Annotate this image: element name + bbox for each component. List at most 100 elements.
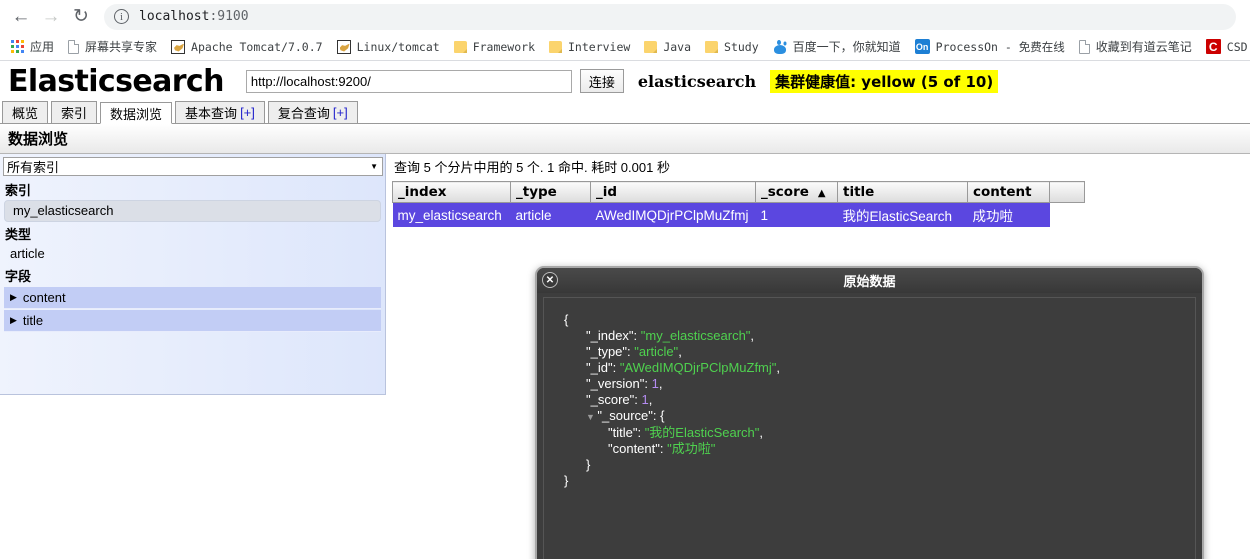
back-arrow-icon[interactable]: ←	[6, 3, 36, 31]
cell-_index[interactable]: my_elasticsearch	[392, 202, 511, 227]
folder-icon	[453, 40, 467, 53]
json-token-key: "content":	[608, 441, 668, 456]
csdn-icon: C	[1205, 39, 1221, 54]
json-token-key: "_score":	[586, 392, 642, 407]
tab-基本查询[interactable]: 基本查询 [+]	[175, 101, 265, 123]
json-token-key: "title":	[608, 425, 645, 440]
index-select-dropdown[interactable]: 所有索引 ▼	[3, 157, 383, 176]
es-head-page: Elasticsearch 连接 elasticsearch 集群健康值: ye…	[0, 61, 1250, 559]
dialog-titlebar[interactable]: ✕ 原始数据	[537, 268, 1202, 293]
info-circle-icon[interactable]: i	[114, 9, 129, 24]
chevron-down-icon: ▼	[370, 162, 378, 171]
document-icon	[1078, 39, 1090, 54]
column-header-_type[interactable]: _type	[510, 181, 591, 203]
sidebar-field-content[interactable]: ▶ content	[4, 287, 381, 309]
json-line: {	[564, 312, 1185, 328]
json-line: "_id": "AWedIMQDjrPClpMuZfmj",	[564, 360, 1185, 376]
cell-_type[interactable]: article	[510, 202, 591, 227]
dialog-title: 原始数据	[843, 275, 896, 290]
tab-expand-marker[interactable]: [+]	[333, 105, 348, 120]
close-icon[interactable]: ✕	[542, 272, 558, 288]
sidebar-field-label: content	[22, 290, 66, 305]
cell-title[interactable]: 我的ElasticSearch	[837, 202, 968, 227]
section-header: 数据浏览	[0, 124, 1250, 154]
sidebar-group-label: 类型	[5, 228, 32, 243]
tab-bar: 概览 索引 数据浏览 基本查询 [+] 复合查询 [+]	[0, 101, 1250, 124]
json-token-punct: {	[660, 408, 665, 423]
json-token-num: 1	[641, 392, 649, 407]
json-line: }	[564, 457, 1185, 473]
bookmark-item[interactable]: 收藏到有道云笔记	[1072, 35, 1199, 59]
cell-content[interactable]: 成功啦	[967, 202, 1050, 227]
column-header-label: _index	[398, 184, 447, 200]
bookmark-label: ProcessOn - 免费在线	[935, 39, 1065, 54]
json-line: }	[564, 473, 1185, 489]
tomcat-icon	[336, 39, 351, 54]
expand-triangle-icon[interactable]: ▶	[10, 292, 17, 303]
sidebar-item-my_elasticsearch[interactable]: my_elasticsearch	[4, 200, 381, 222]
json-token-num: 1	[651, 376, 659, 391]
bookmark-item[interactable]: 屏幕共享专家	[61, 35, 164, 59]
column-header-label: _type	[516, 184, 557, 200]
folder-icon	[549, 40, 562, 53]
bookmark-item[interactable]: Framework	[447, 35, 542, 59]
tab-label: 复合查询	[277, 106, 330, 121]
forward-arrow-icon[interactable]: →	[36, 3, 66, 31]
bookmark-item[interactable]: C CSD	[1199, 35, 1250, 59]
tab-概览[interactable]: 概览	[2, 101, 49, 123]
column-header-_index[interactable]: _index	[392, 181, 511, 203]
bookmark-item[interactable]: Java	[637, 35, 698, 59]
result-status-text: 查询 5 个分片中用的 5 个. 1 命中. 耗时 0.001 秒	[394, 160, 670, 175]
json-token-str: "我的ElasticSearch"	[644, 425, 760, 440]
json-line: "content": "成功啦"	[564, 441, 1185, 457]
json-token-key: "_index":	[586, 328, 641, 343]
address-bar[interactable]: i localhost:9100	[104, 3, 1236, 30]
json-token-str: "article"	[634, 344, 679, 359]
results-table: _index _type _id _score ▲ title content my_ela…	[392, 181, 1085, 227]
bookmarks-bar: 应用 屏幕共享专家 Apache Tomcat/7.0.7 Linux/tomcat F…	[0, 33, 1250, 61]
json-token-punct: ,	[648, 392, 653, 407]
bookmark-label: CSD	[1226, 39, 1248, 54]
expand-triangle-icon[interactable]: ▶	[10, 315, 17, 326]
content-area: 所有索引 ▼ 索引 my_elasticsearch 类型 article 字段 ▶ con…	[0, 154, 1250, 559]
json-token-punct: ,	[678, 344, 682, 359]
cluster-url-input[interactable]	[245, 69, 572, 93]
apps-grid-icon	[11, 40, 24, 53]
bookmark-item[interactable]: Interview	[542, 35, 637, 59]
folder-icon	[705, 40, 719, 53]
tab-索引[interactable]: 索引	[51, 101, 98, 123]
tab-label: 基本查询	[185, 106, 238, 121]
cell-_id[interactable]: AWedIMQDjrPClpMuZfmj	[590, 202, 756, 227]
column-header-blank[interactable]	[1049, 181, 1085, 203]
bookmark-item[interactable]: On ProcessOn - 免费在线	[908, 35, 1072, 59]
table-row[interactable]: my_elasticsearch article AWedIMQDjrPClpMuZ…	[392, 202, 1085, 227]
json-line: "title": "我的ElasticSearch",	[564, 425, 1185, 441]
bookmark-item[interactable]: 百度一下，你就知道	[766, 35, 908, 59]
tab-label: 索引	[61, 106, 88, 121]
bookmark-label: 应用	[30, 40, 55, 54]
json-token-str: "AWedIMQDjrPClpMuZfmj"	[619, 360, 777, 375]
tab-复合查询[interactable]: 复合查询 [+]	[267, 101, 358, 123]
column-header-title[interactable]: title	[837, 181, 968, 203]
column-header-_score[interactable]: _score ▲	[755, 181, 838, 203]
tab-数据浏览[interactable]: 数据浏览	[100, 102, 173, 124]
column-header-_id[interactable]: _id	[590, 181, 756, 203]
json-token-punct: ,	[776, 360, 781, 375]
connect-button[interactable]: 连接	[579, 69, 624, 93]
sidebar-field-title[interactable]: ▶ title	[4, 310, 381, 332]
bookmark-item[interactable]: Linux/tomcat	[330, 35, 447, 59]
bookmark-item[interactable]: Apache Tomcat/7.0.7	[164, 35, 330, 59]
column-header-label: title	[843, 184, 875, 200]
tab-label: 概览	[12, 106, 39, 121]
bookmark-label: Linux/tomcat	[356, 39, 440, 54]
column-header-content[interactable]: content	[967, 181, 1050, 203]
tab-expand-marker[interactable]: [+]	[240, 105, 255, 120]
reload-icon[interactable]: ↻	[66, 3, 96, 31]
cell-_score[interactable]: 1	[755, 202, 838, 227]
sidebar-item-article[interactable]: article	[2, 244, 383, 264]
es-header: Elasticsearch 连接 elasticsearch 集群健康值: ye…	[0, 61, 1250, 101]
bookmark-item[interactable]: Study	[698, 35, 766, 59]
json-line: "_index": "my_elasticsearch",	[564, 328, 1185, 344]
bookmark-item[interactable]: 应用	[4, 35, 61, 59]
tomcat-icon	[171, 39, 186, 54]
